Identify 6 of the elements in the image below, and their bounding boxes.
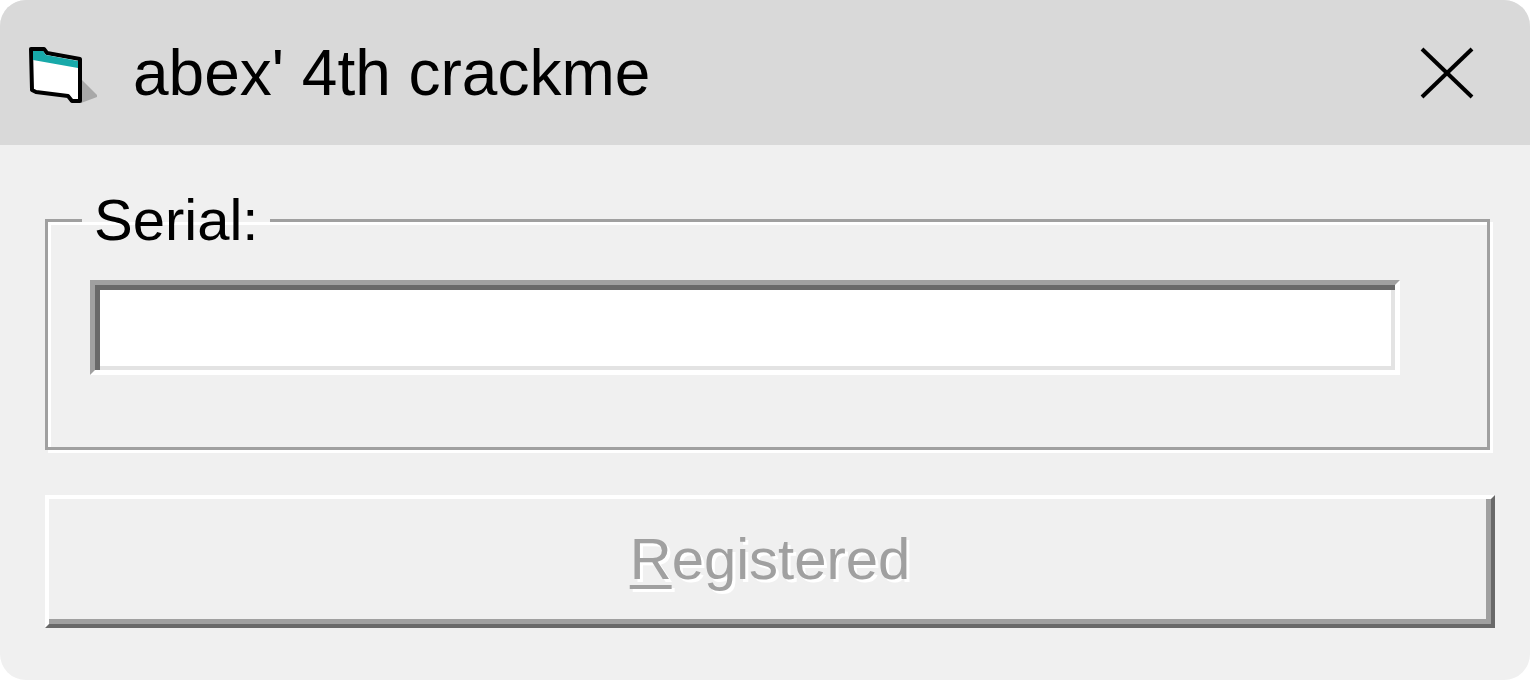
window-icon	[27, 44, 99, 105]
close-button[interactable]	[1419, 46, 1475, 99]
serial-input-field[interactable]	[90, 280, 1400, 375]
window-title: abex' 4th crackme	[133, 40, 651, 105]
close-icon	[1419, 46, 1475, 99]
group-label: Serial:	[93, 191, 260, 249]
